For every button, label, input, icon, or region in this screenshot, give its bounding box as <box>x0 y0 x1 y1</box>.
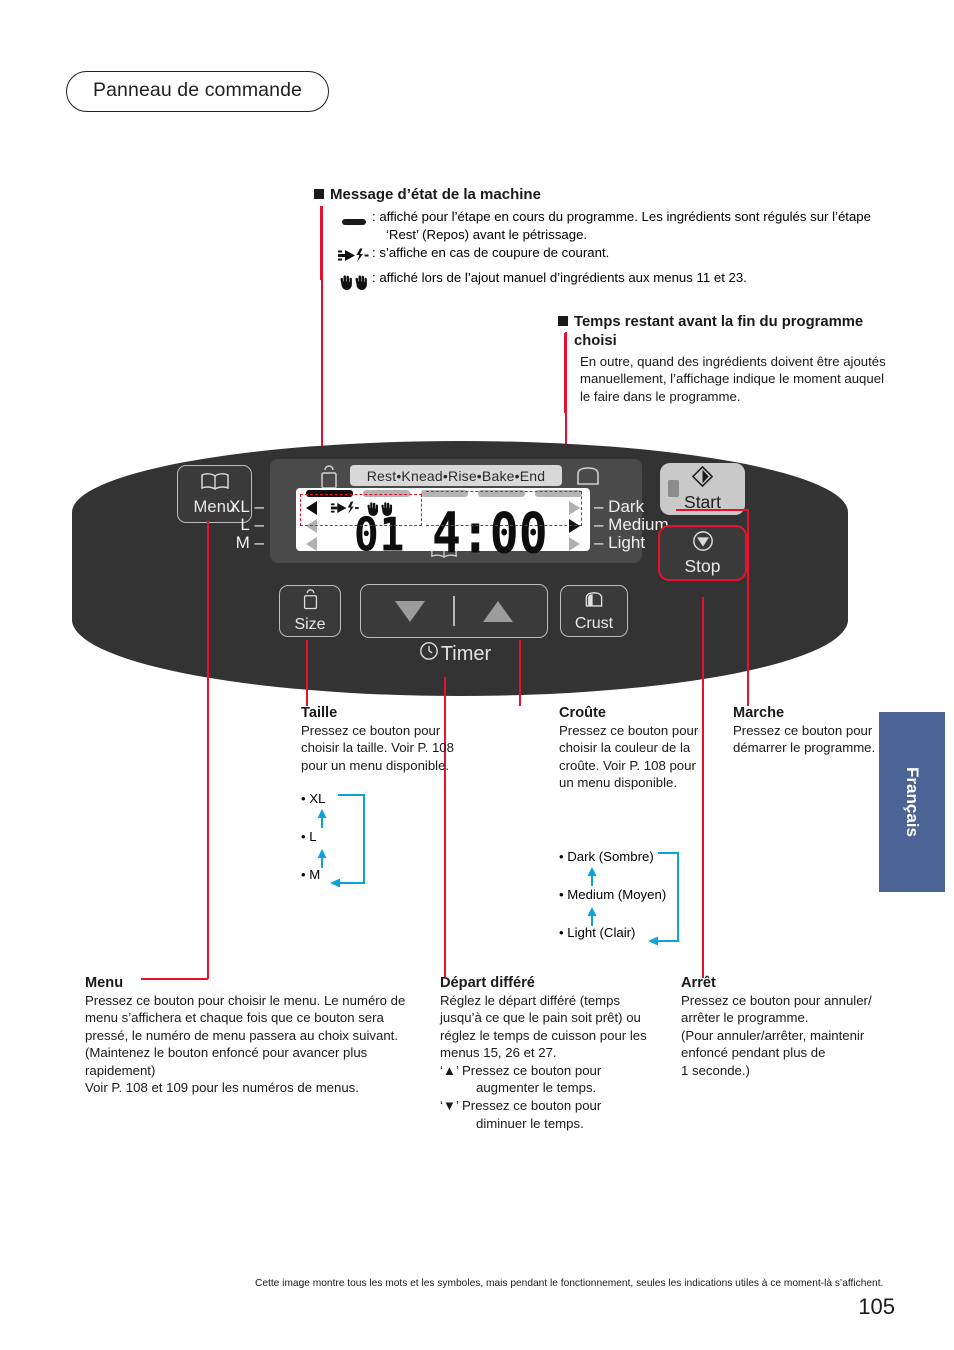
callout-line-crust <box>519 640 521 706</box>
hands-icon <box>336 269 372 295</box>
lcd-label-dark: – Dark <box>594 497 645 516</box>
depart-down-l1: Pressez ce bouton pour <box>462 1098 602 1114</box>
size-button-label: Size <box>294 615 326 633</box>
caption-taille: Taille Pressez ce bouton pour choisir la… <box>301 705 461 774</box>
caption-depart-body: Réglez le départ différé (temps jusqu’à … <box>440 993 647 1061</box>
caption-depart-heading: Départ différé <box>440 975 535 991</box>
timer-divider <box>453 596 455 626</box>
caption-croute-body: Pressez ce bouton pour choisir la couleu… <box>559 723 699 791</box>
book-icon <box>200 472 230 497</box>
callout-line-stop <box>702 597 704 978</box>
crust-button-label: Crust <box>574 614 614 632</box>
size-arrow-m <box>306 537 317 551</box>
lcd-housing: Rest•Knead•Rise•Bake•End 01 4:00 XL – L … <box>229 459 669 567</box>
depart-down-symbol: ‘▼’ <box>440 1098 459 1114</box>
depart-down-l2: diminuer le temps. <box>476 1115 584 1131</box>
stage-bar: Rest•Knead•Rise•Bake•End <box>350 465 562 486</box>
callout-line-menu-v <box>207 521 209 979</box>
callout-line-start-v <box>747 509 749 706</box>
caption-croute: Croûte Pressez ce bouton pour choisir la… <box>559 705 699 792</box>
depart-up-symbol: ‘▲’ <box>440 1062 459 1078</box>
crust-cycle-arrows <box>587 852 679 946</box>
remaining-time-block: Temps restant avant la fin du programme … <box>558 313 898 413</box>
depart-up-l2: augmenter le temps. <box>476 1080 597 1096</box>
timer-decrease-button[interactable] <box>395 600 425 622</box>
dashed-box-status <box>300 494 422 526</box>
caption-menu-body: Pressez ce bouton pour choisir le menu. … <box>85 993 406 1096</box>
depart-up-l1: Pressez ce bouton pour <box>462 1062 602 1078</box>
caption-depart-down: ‘▼’ Pressez ce bouton pour diminuer le t… <box>440 1097 655 1132</box>
caption-taille-body: Pressez ce bouton pour choisir la taille… <box>301 723 454 773</box>
timer-label: Timer <box>350 641 560 667</box>
callout-line-size <box>306 640 308 706</box>
status-row-text: : affiché pour l’étape en cours du progr… <box>372 209 871 224</box>
status-row: : s’affiche en cas de coupure de courant… <box>336 244 914 268</box>
bullet-square-icon <box>558 316 568 326</box>
remaining-time-body: En outre, quand des ingrédients doivent … <box>580 354 886 404</box>
lcd-screen: 01 4:00 <box>296 488 590 567</box>
solid-bar-icon <box>336 208 372 230</box>
weight-size-icon-button <box>301 588 320 616</box>
size-cycle-arrows <box>317 794 365 888</box>
caption-arret: Arrêt Pressez ce bouton pour annuler/ ar… <box>681 975 896 1079</box>
size-button[interactable]: Size <box>279 585 341 637</box>
stop-button-label: Stop <box>684 555 721 576</box>
timer-increase-button[interactable] <box>483 600 513 622</box>
caption-depart-up: ‘▲’ Pressez ce bouton pour augmenter le … <box>440 1062 655 1097</box>
page-number: 105 <box>858 1294 895 1319</box>
caption-menu-heading: Menu <box>85 975 124 991</box>
lcd-label-xl: XL – <box>229 497 264 516</box>
dashed-box-time <box>426 491 582 526</box>
crust-button[interactable]: Crust <box>560 585 628 637</box>
status-row: : affiché lors de l’ajout manuel d’ingré… <box>336 269 914 295</box>
caption-croute-heading: Croûte <box>559 705 607 721</box>
lcd-label-l: L – <box>240 515 264 534</box>
remaining-time-heading: Temps restant avant la fin du programme … <box>558 313 898 350</box>
lcd-label-m: M – <box>235 533 264 552</box>
start-button[interactable]: Start <box>660 463 745 515</box>
clock-icon <box>419 641 439 667</box>
timer-buttons[interactable] <box>360 584 548 638</box>
caption-marche-heading: Marche <box>733 705 785 721</box>
lcd-label-light: – Light <box>594 533 646 552</box>
status-row-text: : affiché lors de l’ajout manuel d’ingré… <box>372 270 747 285</box>
caption-arret-heading: Arrêt <box>681 975 716 991</box>
control-panel: Menu Rest•Knead•Rise•Bake•End 01 4:00 XL… <box>72 441 848 696</box>
language-side-tab: Français <box>879 712 945 892</box>
caption-depart-differe: Départ différé Réglez le départ différé … <box>440 975 655 1132</box>
callout-line-start-h <box>676 509 748 511</box>
timer-label-text: Timer <box>440 642 492 665</box>
caption-taille-heading: Taille <box>301 705 338 721</box>
stop-button[interactable]: Stop <box>658 525 747 581</box>
power-plug-icon <box>336 244 372 268</box>
page-title: Panneau de commande <box>66 71 329 112</box>
manual-page: Panneau de commande Message d’état de la… <box>0 0 954 1350</box>
stop-circle-icon <box>692 530 714 557</box>
callout-line-status <box>321 206 323 474</box>
status-message-block: Message d’état de la machine : affiché p… <box>314 186 914 296</box>
start-diamond-icon <box>691 465 714 493</box>
language-side-tab-label: Français <box>903 767 922 837</box>
status-row-text: : s’affiche en cas de coupure de courant… <box>372 245 610 260</box>
caption-marche: Marche Pressez ce bouton pour démarrer l… <box>733 705 898 757</box>
footer-note: Cette image montre tous les mots et les … <box>255 1278 884 1289</box>
status-message-heading: Message d’état de la machine <box>314 186 914 203</box>
caption-marche-body: Pressez ce bouton pour démarrer le progr… <box>733 723 876 756</box>
bread-crust-icon-button <box>583 590 605 615</box>
start-indicator-led <box>668 480 679 497</box>
caption-arret-body: Pressez ce bouton pour annuler/ arrêter … <box>681 993 872 1078</box>
caption-menu: Menu Pressez ce bouton pour choisir le m… <box>85 975 425 1096</box>
status-row: : affiché pour l’étape en cours du progr… <box>336 208 914 243</box>
status-row-text-2: ‘Rest’ (Repos) avant le pétrissage. <box>386 226 588 242</box>
crust-arrow-light <box>569 537 580 551</box>
bullet-square-icon <box>314 189 324 199</box>
